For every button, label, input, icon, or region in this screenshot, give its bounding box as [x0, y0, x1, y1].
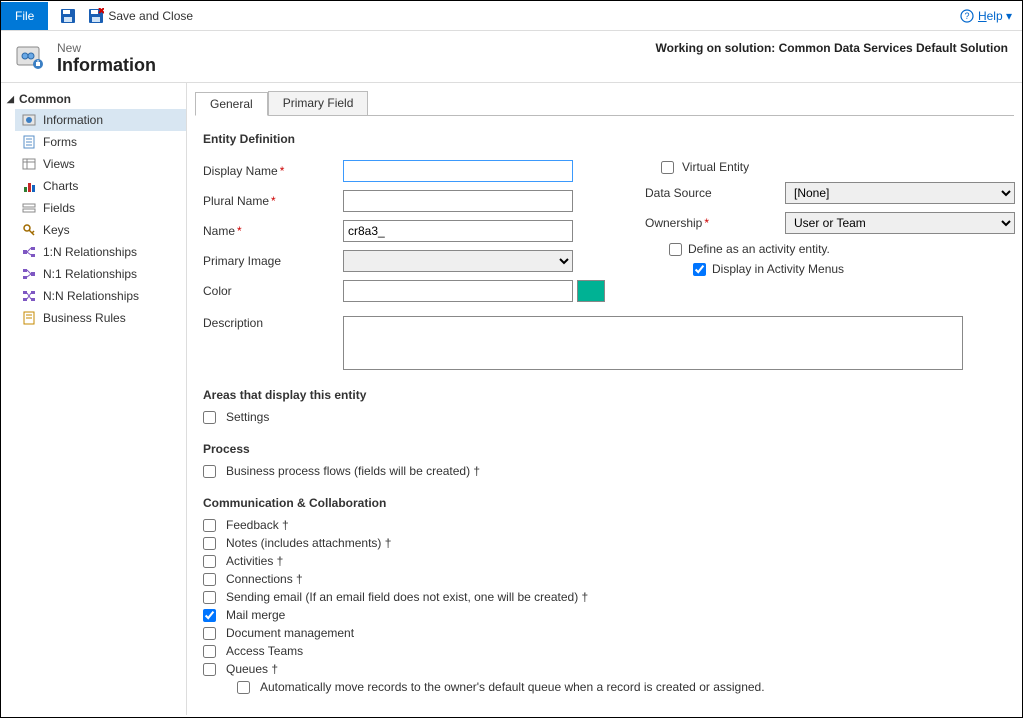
settings-label: Settings [226, 410, 269, 424]
business-rules-icon [21, 310, 37, 326]
solution-context: Working on solution: Common Data Service… [656, 41, 1008, 55]
nav-1n-rel[interactable]: 1:N Relationships [15, 241, 186, 263]
display-name-input[interactable] [343, 160, 573, 182]
display-activity-menus-checkbox[interactable] [693, 263, 706, 276]
name-input[interactable] [343, 220, 573, 242]
help-link[interactable]: ? Help ▾ [960, 9, 1012, 23]
connections-checkbox[interactable] [203, 573, 216, 586]
comm-heading: Communication & Collaboration [203, 496, 1006, 510]
doc-mgmt-label: Document management [226, 626, 354, 640]
data-source-label: Data Source [645, 186, 785, 200]
color-label: Color [203, 284, 343, 298]
relationship-nn-icon [21, 288, 37, 304]
primary-image-label: Primary Image [203, 254, 343, 268]
sending-email-checkbox[interactable] [203, 591, 216, 604]
queues-label: Queues † [226, 662, 278, 676]
activity-entity-label: Define as an activity entity. [688, 242, 830, 256]
header-subtitle: New [57, 41, 156, 55]
save-icon[interactable] [60, 8, 76, 24]
activity-entity-checkbox[interactable] [669, 243, 682, 256]
caret-down-icon: ◢ [7, 94, 17, 105]
file-menu[interactable]: File [1, 2, 48, 30]
nav-information[interactable]: Information [15, 109, 186, 131]
access-teams-checkbox[interactable] [203, 645, 216, 658]
plural-name-label: Plural Name* [203, 194, 343, 208]
fields-icon [21, 200, 37, 216]
notes-label: Notes (includes attachments) † [226, 536, 391, 550]
feedback-label: Feedback † [226, 518, 289, 532]
sending-email-label: Sending email (If an email field does no… [226, 590, 588, 604]
save-close-button[interactable]: Save and Close [108, 9, 193, 23]
auto-move-queue-label: Automatically move records to the owner'… [260, 680, 765, 694]
save-close-icon[interactable] [88, 8, 104, 24]
forms-icon [21, 134, 37, 150]
entity-icon [15, 41, 47, 73]
page-title: Information [57, 55, 156, 76]
nav-forms[interactable]: Forms [15, 131, 186, 153]
doc-mgmt-checkbox[interactable] [203, 627, 216, 640]
virtual-entity-checkbox[interactable] [661, 161, 674, 174]
color-input[interactable] [343, 280, 573, 302]
svg-text:?: ? [964, 11, 969, 21]
description-textarea[interactable] [343, 316, 963, 370]
nav-n1-rel[interactable]: N:1 Relationships [15, 263, 186, 285]
tab-primary-field[interactable]: Primary Field [268, 91, 369, 115]
ownership-select[interactable]: User or Team [785, 212, 1015, 234]
entity-definition-heading: Entity Definition [203, 132, 1006, 146]
nav-nn-rel[interactable]: N:N Relationships [15, 285, 186, 307]
charts-icon [21, 178, 37, 194]
relationship-1n-icon [21, 244, 37, 260]
feedback-checkbox[interactable] [203, 519, 216, 532]
plural-name-input[interactable] [343, 190, 573, 212]
bpf-label: Business process flows (fields will be c… [226, 464, 480, 478]
settings-checkbox[interactable] [203, 411, 216, 424]
name-label: Name* [203, 224, 343, 238]
tab-general[interactable]: General [195, 92, 268, 116]
bpf-checkbox[interactable] [203, 465, 216, 478]
nav-views[interactable]: Views [15, 153, 186, 175]
nav-sidebar: ◢ Common Information Forms Views [1, 83, 187, 715]
ownership-label: Ownership* [645, 216, 785, 230]
information-icon [21, 112, 37, 128]
tree-root-common[interactable]: ◢ Common [1, 89, 186, 109]
virtual-entity-label: Virtual Entity [682, 160, 749, 174]
display-activity-menus-label: Display in Activity Menus [712, 262, 844, 276]
nav-charts[interactable]: Charts [15, 175, 186, 197]
data-source-select[interactable]: [None] [785, 182, 1015, 204]
views-icon [21, 156, 37, 172]
queues-checkbox[interactable] [203, 663, 216, 676]
access-teams-label: Access Teams [226, 644, 303, 658]
process-heading: Process [203, 442, 1006, 456]
description-label: Description [203, 316, 343, 330]
keys-icon [21, 222, 37, 238]
mail-merge-label: Mail merge [226, 608, 285, 622]
nav-business-rules[interactable]: Business Rules [15, 307, 186, 329]
display-name-label: Display Name* [203, 164, 343, 178]
relationship-n1-icon [21, 266, 37, 282]
color-swatch[interactable] [577, 280, 605, 302]
connections-label: Connections † [226, 572, 303, 586]
nav-fields[interactable]: Fields [15, 197, 186, 219]
mail-merge-checkbox[interactable] [203, 609, 216, 622]
primary-image-select[interactable] [343, 250, 573, 272]
nav-keys[interactable]: Keys [15, 219, 186, 241]
auto-move-queue-checkbox[interactable] [237, 681, 250, 694]
activities-checkbox[interactable] [203, 555, 216, 568]
activities-label: Activities † [226, 554, 283, 568]
notes-checkbox[interactable] [203, 537, 216, 550]
areas-heading: Areas that display this entity [203, 388, 1006, 402]
